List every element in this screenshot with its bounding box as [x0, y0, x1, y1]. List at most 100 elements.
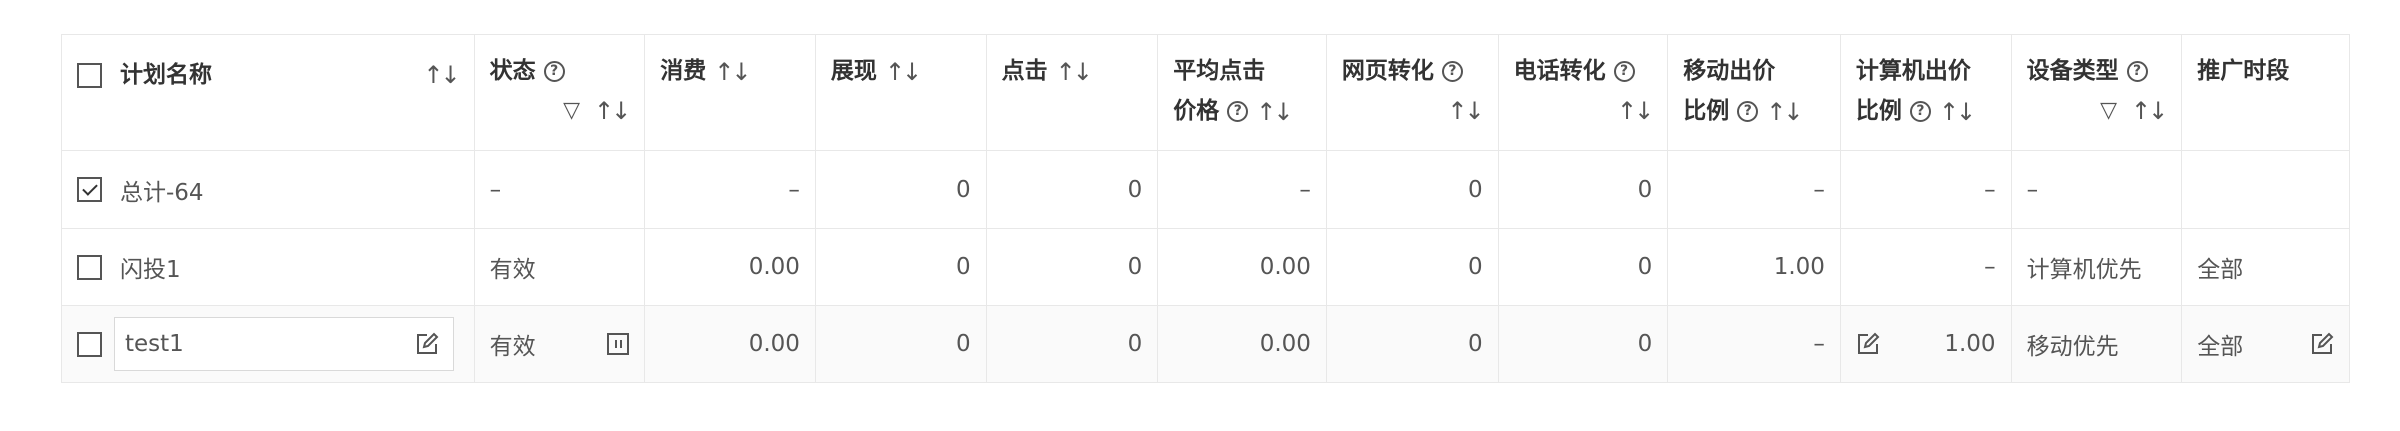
- help-icon[interactable]: ?: [543, 61, 565, 82]
- row-checkbox[interactable]: [77, 177, 102, 202]
- header-clicks-label: 点击: [1001, 58, 1048, 84]
- cell-device-type: –: [2010, 150, 2183, 229]
- cell-device-type: 移动优先: [2010, 305, 2183, 383]
- cell-name: test1: [61, 305, 475, 383]
- sort-icon[interactable]: ↑↓: [1447, 91, 1484, 131]
- edit-icon[interactable]: [2310, 332, 2334, 356]
- header-pc-bid: 计算机出价 比例 ? ↑↓: [1839, 34, 2012, 151]
- sort-icon[interactable]: ↑↓: [1766, 92, 1803, 132]
- row-checkbox[interactable]: [77, 254, 102, 280]
- select-all-checkbox[interactable]: [77, 62, 102, 88]
- cell-clicks: 0: [985, 305, 1159, 383]
- cell-avg-click-price: –: [1157, 150, 1327, 229]
- cell-mobile-bid: –: [1667, 150, 1841, 229]
- header-avg-click-price: 平均点击 价格 ? ↑↓: [1157, 34, 1327, 151]
- header-mobile-bid-line2: 比例: [1683, 98, 1730, 124]
- cell-status: 有效: [473, 305, 646, 383]
- header-avg-click-price-line2: 价格: [1173, 98, 1220, 124]
- pc-bid-value: 1.00: [1944, 331, 1996, 357]
- header-phone-conversion: 电话转化 ? ↑↓: [1497, 34, 1669, 151]
- cell-phone-conversion: 0: [1497, 150, 1669, 229]
- table-row: test1 有效 0.00 0 0 0.00 0 0 – 1.00 移动优先 全…: [61, 305, 2350, 383]
- cell-device-type: 计算机优先: [2010, 228, 2183, 306]
- cell-status: –: [473, 150, 646, 229]
- name-edit-field[interactable]: test1: [114, 317, 454, 371]
- cell-status: 有效: [473, 228, 646, 306]
- sort-icon[interactable]: ↑↓: [1256, 92, 1293, 132]
- cell-clicks: 0: [985, 150, 1159, 229]
- header-status-label: 状态: [489, 58, 536, 84]
- header-cost-label: 消费: [660, 58, 707, 84]
- row-name: 闪投1: [120, 257, 181, 283]
- table-row: 闪投1 有效 0.00 0 0 0.00 0 0 1.00 – 计算机优先 全部: [61, 228, 2350, 306]
- filter-icon[interactable]: ▽: [2100, 91, 2117, 131]
- sort-icon[interactable]: ↑↓: [1617, 91, 1654, 131]
- help-icon[interactable]: ?: [1227, 101, 1249, 122]
- cell-pc-bid: –: [1839, 228, 2012, 306]
- sort-icon[interactable]: ↑↓: [423, 55, 460, 95]
- header-avg-click-price-line1: 平均点击: [1173, 58, 1266, 84]
- table-row-total: 总计-64 – – 0 0 – 0 0 – – –: [61, 150, 2350, 229]
- schedule-text: 全部: [2197, 334, 2244, 360]
- header-schedule: 推广时段: [2181, 34, 2350, 151]
- help-icon[interactable]: ?: [1737, 101, 1759, 122]
- cell-cost: 0.00: [644, 228, 816, 306]
- cell-impressions: 0: [814, 228, 987, 306]
- header-pc-bid-line2: 比例: [1855, 98, 1902, 124]
- cell-mobile-bid: 1.00: [1667, 228, 1841, 306]
- header-mobile-bid: 移动出价 比例 ? ↑↓: [1667, 34, 1841, 151]
- header-impressions-label: 展现: [830, 58, 877, 84]
- header-name: 计划名称 ↑↓: [61, 34, 475, 151]
- cell-avg-click-price: 0.00: [1157, 305, 1327, 383]
- cell-web-conversion: 0: [1325, 150, 1499, 229]
- cell-cost: –: [644, 150, 816, 229]
- help-icon[interactable]: ?: [1441, 61, 1463, 82]
- cell-clicks: 0: [985, 228, 1159, 306]
- cell-mobile-bid: –: [1667, 305, 1841, 383]
- cell-schedule: 全部: [2181, 228, 2350, 306]
- pause-icon[interactable]: [607, 333, 630, 355]
- cell-phone-conversion: 0: [1497, 305, 1669, 383]
- cell-pc-bid: 1.00: [1839, 305, 2012, 383]
- cell-cost: 0.00: [644, 305, 816, 383]
- help-icon[interactable]: ?: [1909, 101, 1931, 122]
- cell-web-conversion: 0: [1325, 305, 1499, 383]
- header-web-conversion: 网页转化 ? ↑↓: [1325, 34, 1499, 151]
- cell-avg-click-price: 0.00: [1157, 228, 1327, 306]
- header-impressions: 展现 ↑↓: [814, 34, 987, 151]
- sort-icon[interactable]: ↑↓: [1056, 52, 1093, 92]
- header-clicks: 点击 ↑↓: [985, 34, 1159, 151]
- header-device-type: 设备类型 ? ▽ ↑↓: [2010, 34, 2183, 151]
- cell-phone-conversion: 0: [1497, 228, 1669, 306]
- header-phone-conversion-label: 电话转化: [1513, 58, 1606, 84]
- header-device-type-label: 设备类型: [2026, 58, 2119, 84]
- cell-schedule: 全部: [2181, 305, 2350, 383]
- help-icon[interactable]: ?: [1613, 61, 1635, 82]
- header-schedule-label: 推广时段: [2197, 58, 2290, 84]
- cell-impressions: 0: [814, 305, 987, 383]
- header-web-conversion-label: 网页转化: [1341, 58, 1434, 84]
- sort-icon[interactable]: ↑↓: [714, 52, 751, 92]
- cell-web-conversion: 0: [1325, 228, 1499, 306]
- sort-icon[interactable]: ↑↓: [885, 52, 922, 92]
- status-text: 有效: [489, 334, 536, 360]
- row-checkbox[interactable]: [77, 331, 102, 357]
- cell-schedule: [2181, 150, 2350, 229]
- header-cost: 消费 ↑↓: [644, 34, 816, 151]
- campaign-table: 计划名称 ↑↓ 状态 ? ▽ ↑↓ 消费 ↑↓ 展现 ↑↓ 点击 ↑↓ 平均点击…: [61, 34, 2350, 383]
- cell-pc-bid: –: [1839, 150, 2012, 229]
- cell-name: 闪投1: [61, 228, 475, 306]
- sort-icon[interactable]: ↑↓: [594, 91, 631, 131]
- edit-icon[interactable]: [1856, 332, 1880, 356]
- header-pc-bid-line1: 计算机出价: [1855, 58, 1971, 84]
- filter-icon[interactable]: ▽: [563, 91, 580, 131]
- sort-icon[interactable]: ↑↓: [1939, 92, 1976, 132]
- header-name-label: 计划名称: [120, 62, 212, 88]
- help-icon[interactable]: ?: [2126, 61, 2148, 82]
- row-name: 总计-64: [120, 179, 204, 206]
- edit-icon[interactable]: [415, 332, 439, 356]
- header-mobile-bid-line1: 移动出价: [1683, 58, 1776, 84]
- header-status: 状态 ? ▽ ↑↓: [473, 34, 646, 151]
- campaign-table-container: 计划名称 ↑↓ 状态 ? ▽ ↑↓ 消费 ↑↓ 展现 ↑↓ 点击 ↑↓ 平均点击…: [61, 34, 2350, 383]
- sort-icon[interactable]: ↑↓: [2131, 91, 2168, 131]
